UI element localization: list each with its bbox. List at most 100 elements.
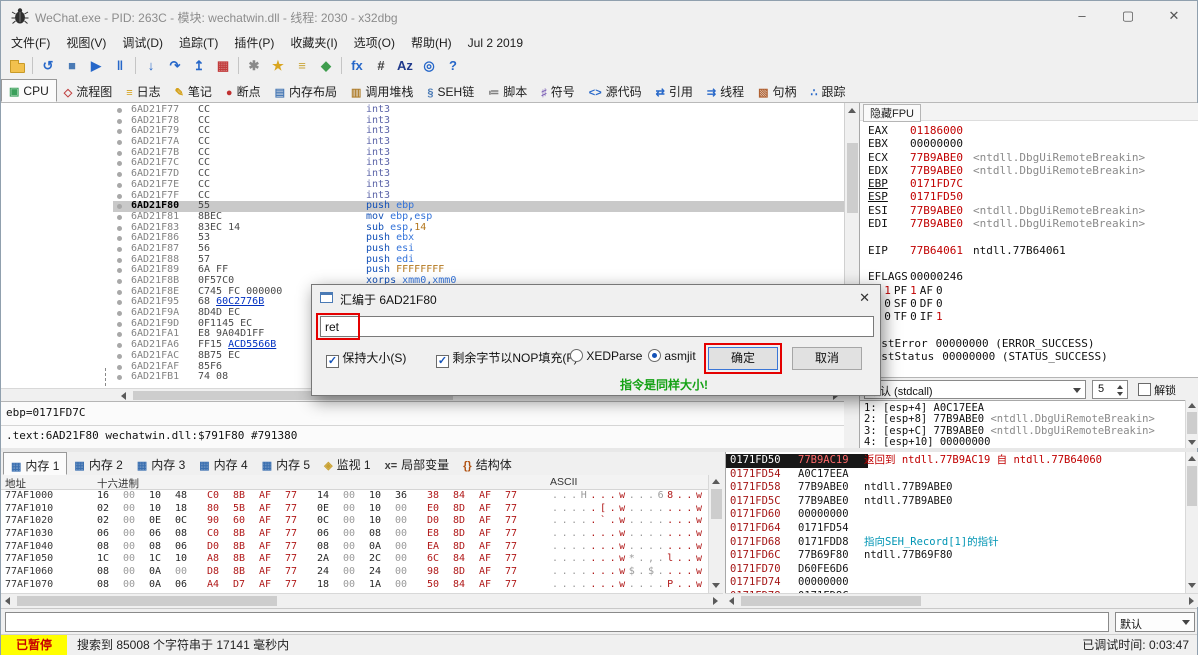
fill-nop-checkbox[interactable]: ✓ 剩余字节以NOP填充(F) [436, 349, 578, 368]
dump-row[interactable]: 77AF103006000608C08BAF7706000800E88DAF77… [1, 528, 723, 541]
dump-row[interactable]: 77AF106008000A00D88BAF7724002400988DAF77… [1, 566, 723, 579]
dump-hscrollbar[interactable] [1, 593, 723, 607]
tab-threads[interactable]: ⇉线程 [700, 79, 751, 102]
register-row[interactable]: EFLAGS00000246 [868, 270, 1198, 283]
register-row[interactable]: LastStatus00000000 (STATUS_SUCCESS) [868, 350, 1198, 363]
dump-row[interactable]: 77AF104008000806D08BAF7708000A00EA8DAF77… [1, 541, 723, 554]
scroll-left-icon[interactable] [729, 597, 734, 605]
tab-call-stack[interactable]: ▥调用堆栈 [344, 79, 420, 102]
bottom-tab-locals[interactable]: x=局部变量 [378, 452, 457, 475]
maximize-button[interactable]: ▢ [1105, 1, 1151, 31]
tab-memory-map[interactable]: ▤内存布局 [268, 79, 344, 102]
bottom-tab-memory-1[interactable]: ▦内存 1 [3, 452, 67, 475]
dump-row[interactable]: 77AF101002001018805BAF770E001000E08DAF77… [1, 503, 723, 516]
stack-row[interactable]: 0171FD54A0C17EEA [726, 468, 1198, 482]
stack-row[interactable]: 0171FD6000000000 [726, 508, 1198, 522]
register-row[interactable]: ESP0171FD50 [868, 190, 1198, 203]
register-row[interactable]: EDX77B9ABE0<ntdll.DbgUiRemoteBreakin> [868, 164, 1198, 177]
dump-row[interactable]: 77AF100016001048C08BAF77140010363884AF77… [1, 490, 723, 503]
tab-graph[interactable]: ◇流程图 [57, 79, 119, 102]
hide-fpu-button[interactable]: 隐藏FPU [863, 104, 921, 122]
args-vscrollbar[interactable] [1185, 400, 1198, 448]
keep-size-checkbox[interactable]: ✓ 保持大小(S) [326, 349, 406, 368]
bottom-tab-memory-4[interactable]: ▦内存 4 [192, 452, 254, 475]
menu-item-favourites[interactable]: 收藏夹(I) [282, 31, 345, 54]
stop-button[interactable]: ■ [60, 54, 84, 78]
spin-down-icon[interactable] [1117, 392, 1123, 396]
favourites-button[interactable]: ★ [266, 54, 290, 78]
scroll-thumb[interactable] [741, 596, 921, 606]
register-flags-row[interactable]: OF0SF0DF0 [868, 297, 1198, 310]
dump-row[interactable]: 77AF107008000A06A4D7AF7718001A005084AF77… [1, 579, 723, 592]
dump-row[interactable]: 77AF10501C001C10A88BAF772A002C006C84AF77… [1, 553, 723, 566]
scroll-left-icon[interactable] [5, 597, 10, 605]
bottom-tab-memory-5[interactable]: ▦内存 5 [255, 452, 317, 475]
scroll-down-icon[interactable] [1188, 440, 1196, 445]
disasm-row[interactable]: 6AD21F78CCint3 [1, 116, 844, 127]
close-button[interactable]: ✕ [1151, 1, 1197, 31]
step-over-button[interactable]: ↷ [163, 54, 187, 78]
disasm-row[interactable]: 6AD21F7ECCint3 [1, 180, 844, 191]
execute-till-return-button[interactable]: ↥ [187, 54, 211, 78]
dump-row[interactable]: 77AF102002000E0C9060AF770C001000D08DAF77… [1, 515, 723, 528]
stack-row[interactable]: 0171FD640171FD54 [726, 522, 1198, 536]
menu-item-file[interactable]: 文件(F) [3, 31, 58, 54]
stack-row[interactable]: 0171FD5877B9ABE0ntdll.77B9ABE0 [726, 481, 1198, 495]
stack-row[interactable]: 0171FD5C77B9ABE0ntdll.77B9ABE0 [726, 495, 1198, 509]
memory-dump-pane[interactable]: 地址 十六进制 ASCII 77AF100016001048C08BAF7714… [1, 475, 723, 593]
scroll-thumb[interactable] [847, 143, 858, 213]
register-row[interactable]: ESI77B9ABE0<ntdll.DbgUiRemoteBreakin> [868, 204, 1198, 217]
checkbox-checked-icon[interactable]: ✓ [436, 355, 449, 368]
disasm-row[interactable]: 6AD21F8653push ebx [1, 233, 844, 244]
stack-row[interactable]: 0171FD6C77B69F80ntdll.77B69F80 [726, 549, 1198, 563]
dialog-close-icon[interactable]: ✕ [859, 290, 870, 306]
register-row[interactable]: EBP0171FD7C [868, 177, 1198, 190]
menu-item-build-date[interactable]: Jul 2 2019 [460, 33, 531, 53]
scroll-up-icon[interactable] [1188, 456, 1196, 461]
settings-button[interactable]: ✱ [242, 54, 266, 78]
assemble-instruction-input[interactable] [320, 316, 874, 337]
register-row[interactable]: EAX01186000 [868, 124, 1198, 137]
scylla-button[interactable]: ◎ [417, 54, 441, 78]
menu-item-options[interactable]: 选项(O) [346, 31, 403, 54]
disasm-row[interactable]: 6AD21F7FCCint3 [1, 191, 844, 202]
unlock-checkbox[interactable]: 解锁 [1138, 382, 1176, 398]
calculator-button[interactable]: # [369, 54, 393, 78]
step-into-button[interactable]: ↓ [139, 54, 163, 78]
register-flags-row[interactable]: ZF1PF1AF0 [868, 284, 1198, 297]
asmjit-radio[interactable]: asmjit [648, 349, 696, 363]
scroll-up-icon[interactable] [848, 108, 856, 113]
plugins-button[interactable]: ◆ [314, 54, 338, 78]
tab-references[interactable]: ⇄引用 [649, 79, 700, 102]
disasm-row[interactable]: 6AD21F7DCCint3 [1, 169, 844, 180]
scroll-up-icon[interactable] [712, 479, 720, 484]
minimize-button[interactable]: – [1059, 1, 1105, 31]
checkbox-icon[interactable] [1138, 383, 1151, 396]
bottom-tab-struct[interactable]: {}结构体 [456, 452, 519, 475]
bottom-tab-memory-3[interactable]: ▦内存 3 [130, 452, 192, 475]
disasm-row[interactable]: 6AD21F7CCCint3 [1, 158, 844, 169]
calling-convention-select[interactable]: 默认 (stdcall) [864, 380, 1086, 399]
disasm-row[interactable]: 6AD21F7ACCint3 [1, 137, 844, 148]
arguments-pane[interactable]: 1: [esp+4] A0C17EEA2: [esp+8] 77B9ABE0 <… [859, 400, 1198, 448]
arg-count-stepper[interactable]: 5 [1092, 380, 1128, 399]
args-row[interactable]: 4: [esp+10] 00000000 [864, 437, 1198, 448]
scroll-right-icon[interactable] [1189, 597, 1194, 605]
stack-row[interactable]: 0171FD5077B9AC19返回到 ntdll.77B9AC19 自 ntd… [726, 454, 1198, 468]
help-button[interactable]: ? [441, 54, 465, 78]
tab-script[interactable]: ≔脚本 [481, 79, 534, 102]
menu-item-plugins[interactable]: 插件(P) [226, 31, 282, 54]
disasm-row[interactable]: 6AD21F8383EC 14sub esp,14 [1, 223, 844, 234]
patches-button[interactable]: ▦ [211, 54, 235, 78]
command-type-select[interactable]: 默认 [1115, 612, 1195, 632]
cancel-button[interactable]: 取消 [792, 347, 862, 370]
scroll-left-icon[interactable] [121, 392, 126, 400]
disasm-row[interactable]: 6AD21F77CCint3 [1, 105, 844, 116]
scroll-right-icon[interactable] [713, 597, 718, 605]
tab-breakpoints[interactable]: ●断点 [219, 79, 268, 102]
tab-log[interactable]: ≡日志 [119, 79, 167, 102]
register-flags-row[interactable]: CF0TF0IF1 [868, 310, 1198, 323]
tab-trace[interactable]: ∴跟踪 [804, 79, 853, 102]
disasm-row[interactable]: 6AD21F7BCCint3 [1, 148, 844, 159]
tab-symbols[interactable]: ♯符号 [534, 79, 582, 102]
